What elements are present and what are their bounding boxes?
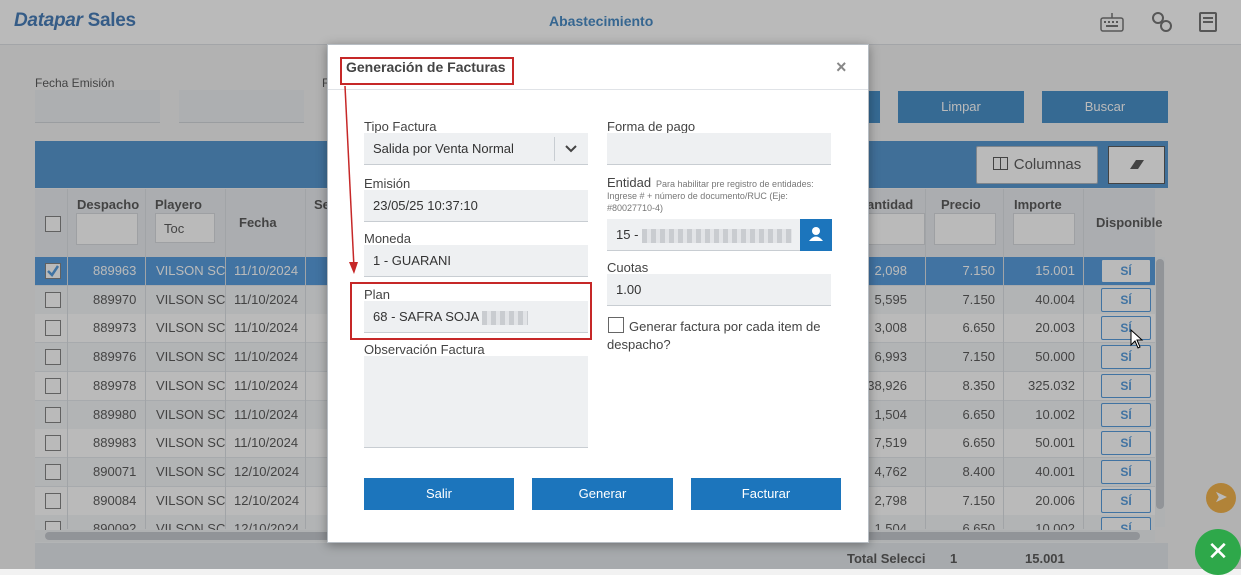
tipo-factura-label: Tipo Factura [364,119,437,134]
tipo-factura-select[interactable]: Salida por Venta Normal [364,133,588,165]
moneda-label: Moneda [364,231,411,246]
entidad-hint: Para habilitar pre registro de entidades… [607,179,814,213]
facturar-button[interactable]: Facturar [691,478,841,510]
forma-pago-label: Forma de pago [607,119,696,134]
plan-highlight-box [350,282,592,340]
salir-button[interactable]: Salir [364,478,514,510]
generacion-facturas-modal: Generación de Facturas × Tipo Factura Sa… [327,44,869,543]
cuotas-input[interactable]: 1.00 [607,274,831,306]
entidad-input[interactable]: 15 - [607,219,801,251]
generar-por-item-label: Generar factura por cada item de despach… [607,319,821,352]
chevron-down-icon [565,145,577,153]
cuotas-label: Cuotas [607,260,649,275]
user-icon [809,227,823,241]
entidad-search-button[interactable] [800,219,832,251]
close-fab[interactable]: ✕ [1195,529,1241,575]
observacion-label: Observación Factura [364,342,485,357]
redacted-text [642,228,793,243]
generar-button[interactable]: Generar [532,478,673,510]
moneda-input[interactable]: 1 - GUARANI [364,245,588,277]
modal-close-icon[interactable]: × [836,57,847,78]
title-highlight-box [340,57,514,85]
emision-label: Emisión [364,176,411,191]
mouse-cursor-icon [1130,329,1144,349]
emision-input[interactable]: 23/05/25 10:37:10 [364,190,588,222]
close-icon: ✕ [1207,536,1229,566]
modal-header: Generación de Facturas × [328,45,868,90]
observacion-textarea[interactable] [364,356,588,448]
forma-pago-input[interactable] [607,133,831,165]
